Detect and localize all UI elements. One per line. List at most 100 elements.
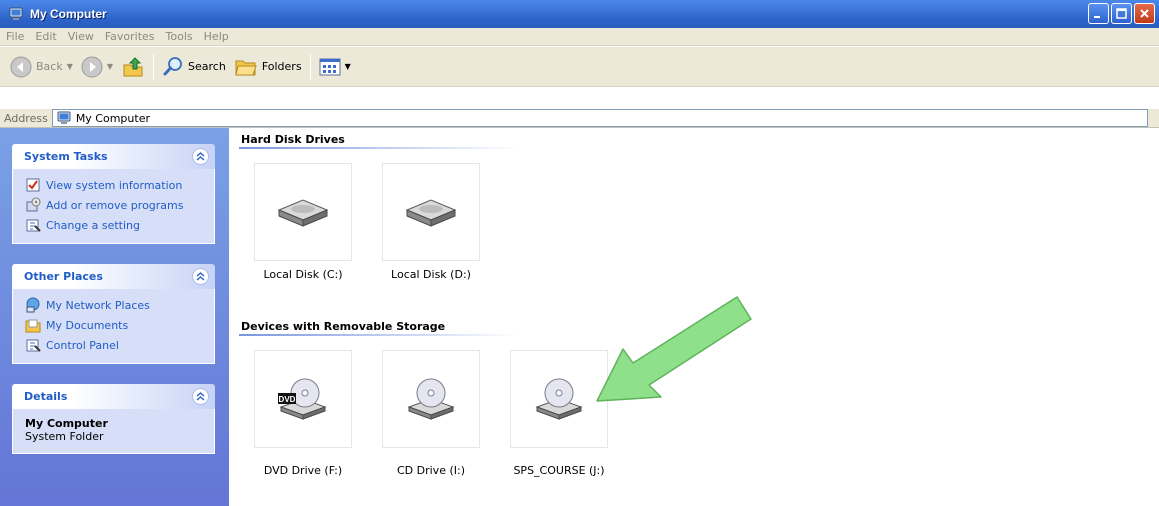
close-button[interactable]	[1134, 3, 1155, 24]
close-icon	[1140, 9, 1149, 18]
hard-disk-icon	[405, 199, 457, 227]
task-change-setting[interactable]: Change a setting	[25, 215, 214, 235]
other-places-title: Other Places	[24, 270, 103, 283]
drive-label-j: SPS_COURSE (J:)	[513, 464, 605, 477]
address-field[interactable]: My Computer	[51, 109, 1148, 127]
place-label: My Network Places	[46, 298, 150, 312]
back-label: Back	[36, 60, 63, 73]
forward-button[interactable]: ▼	[77, 52, 117, 82]
folders-button[interactable]: Folders	[230, 52, 306, 82]
details-body: My Computer System Folder	[12, 409, 215, 454]
back-button[interactable]: Back ▼	[6, 52, 77, 82]
details-name: My Computer	[25, 417, 108, 430]
details-type: System Folder	[25, 430, 104, 443]
control-panel-icon	[26, 339, 41, 352]
maximize-button[interactable]	[1111, 3, 1132, 24]
toolbar-separator	[153, 53, 155, 80]
up-button[interactable]	[117, 52, 149, 82]
other-places-body: My Network Places My Documents Control P…	[12, 289, 215, 364]
menu-tools[interactable]: Tools	[166, 30, 193, 43]
group-removable-storage: Devices with Removable Storage	[241, 320, 446, 333]
drive-label-d: Local Disk (D:)	[391, 268, 471, 281]
views-button[interactable]: ▼	[315, 52, 355, 82]
my-documents-icon	[25, 319, 41, 333]
system-tasks-header[interactable]: System Tasks	[12, 144, 215, 169]
menu-file[interactable]: File	[6, 30, 24, 43]
group-divider	[239, 147, 519, 149]
address-label: Address	[4, 111, 48, 125]
collapse-icon[interactable]	[192, 388, 209, 405]
menu-edit[interactable]: Edit	[35, 30, 56, 43]
cd-drive-icon	[535, 378, 583, 420]
folders-label: Folders	[261, 60, 302, 73]
forward-arrow-icon	[81, 56, 103, 77]
window-controls	[1088, 3, 1155, 24]
drive-tile-f[interactable]: DVD	[254, 350, 352, 448]
add-remove-programs-icon	[26, 197, 41, 212]
drive-tile-d[interactable]	[382, 163, 480, 261]
details-header[interactable]: Details	[12, 384, 215, 409]
back-arrow-icon	[10, 56, 32, 77]
address-bar: Address My Computer	[0, 108, 1159, 128]
dvd-drive-icon: DVD	[278, 378, 327, 420]
control-panel-icon	[26, 219, 41, 232]
task-add-remove-programs[interactable]: Add or remove programs	[25, 195, 214, 215]
drive-tile-i[interactable]	[382, 350, 480, 448]
collapse-icon[interactable]	[192, 148, 209, 165]
green-arrow-icon	[596, 296, 752, 402]
minimize-button[interactable]	[1088, 3, 1109, 24]
hard-disk-icon	[277, 199, 329, 227]
views-dropdown-icon[interactable]: ▼	[345, 62, 351, 71]
task-label: View system information	[46, 178, 183, 192]
search-icon	[163, 56, 182, 75]
task-pane: System Tasks View system information Add…	[0, 128, 229, 506]
menu-bar: File Edit View Favorites Tools Help	[0, 28, 1159, 46]
place-my-network-places[interactable]: My Network Places	[25, 295, 214, 315]
drive-label-i: CD Drive (I:)	[396, 464, 465, 477]
group-divider	[239, 334, 519, 336]
title-bar[interactable]: My Computer	[0, 0, 1159, 28]
folders-icon	[235, 60, 257, 75]
task-view-system-information[interactable]: View system information	[25, 175, 214, 195]
other-places-header[interactable]: Other Places	[12, 264, 215, 289]
task-label: Change a setting	[46, 218, 140, 232]
drive-label-f: DVD Drive (F:)	[263, 464, 343, 477]
menu-view[interactable]: View	[68, 30, 94, 43]
cd-drive-icon	[407, 378, 455, 420]
menu-favorites[interactable]: Favorites	[105, 30, 155, 43]
forward-dropdown-icon[interactable]: ▼	[107, 62, 113, 71]
toolbar: Back ▼ ▼ Search Folders ▼	[0, 47, 1159, 87]
task-label: Add or remove programs	[46, 198, 184, 212]
network-places-icon	[26, 297, 40, 313]
place-my-documents[interactable]: My Documents	[25, 315, 214, 335]
search-button[interactable]: Search	[158, 52, 230, 82]
content-pane: Hard Disk Drives Local Disk (C:) Local D…	[229, 128, 1159, 506]
collapse-icon[interactable]	[192, 268, 209, 285]
system-tasks-panel: System Tasks View system information Add…	[12, 144, 215, 244]
search-label: Search	[188, 60, 226, 73]
details-title: Details	[24, 390, 68, 403]
details-panel: Details My Computer System Folder	[12, 384, 215, 454]
menu-help[interactable]: Help	[204, 30, 229, 43]
drive-tile-c[interactable]	[254, 163, 352, 261]
address-value: My Computer	[75, 111, 150, 125]
my-computer-icon	[57, 111, 71, 124]
drive-label-c: Local Disk (C:)	[263, 268, 343, 281]
system-tasks-title: System Tasks	[24, 150, 108, 163]
views-icon	[319, 58, 341, 75]
place-label: Control Panel	[46, 338, 119, 352]
system-info-icon	[26, 178, 40, 192]
other-places-panel: Other Places My Network Places My Docume…	[12, 264, 215, 364]
group-hard-disk-drives: Hard Disk Drives	[241, 133, 345, 146]
up-folder-icon	[123, 56, 143, 76]
place-control-panel[interactable]: Control Panel	[25, 335, 214, 355]
maximize-icon	[1116, 8, 1127, 19]
back-dropdown-icon[interactable]: ▼	[67, 62, 73, 71]
dvd-badge: DVD	[279, 395, 296, 404]
system-tasks-body: View system information Add or remove pr…	[12, 169, 215, 244]
toolbar-separator	[309, 53, 311, 80]
place-label: My Documents	[46, 318, 129, 332]
minimize-icon	[1094, 16, 1100, 18]
window-title: My Computer	[30, 7, 107, 21]
my-computer-icon	[9, 7, 23, 20]
